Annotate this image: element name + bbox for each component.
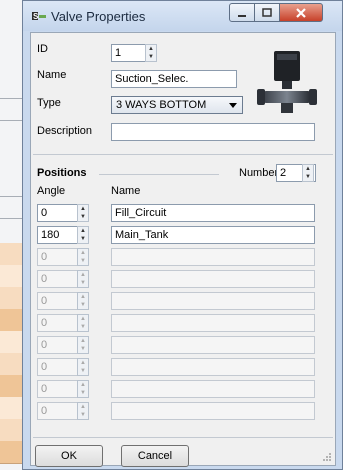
background-cell (0, 265, 22, 288)
spin-down-icon: ▼ (80, 324, 86, 330)
id-spinner[interactable]: ▲ ▼ (145, 44, 157, 62)
background-app (0, 0, 22, 470)
spin-down-icon: ▼ (80, 280, 86, 286)
valve-app-icon: S (32, 12, 46, 21)
angle-column-header: Angle (37, 185, 66, 197)
id-label: ID (37, 43, 48, 55)
dialog-body: ID 1 ▲ ▼ Name Suction_Selec. Type 3 WAYS … (30, 32, 336, 467)
position-name-field (111, 358, 315, 376)
spin-up-icon: ▲ (80, 294, 86, 300)
spin-up-icon: ▲ (80, 338, 86, 344)
close-icon (296, 7, 306, 18)
background-divider (0, 196, 22, 197)
background-grid (0, 243, 22, 470)
background-divider (0, 98, 22, 99)
spin-down-icon: ▼ (80, 214, 86, 220)
spin-up-icon[interactable]: ▲ (146, 45, 156, 53)
background-cell (0, 287, 22, 310)
svg-text:S: S (33, 12, 39, 21)
position-angle-spinner: ▲ ▼ (77, 402, 89, 420)
minimize-icon (238, 14, 246, 17)
position-angle-spinner: ▲ ▼ (77, 248, 89, 266)
position-name-field (111, 380, 315, 398)
spin-up-icon: ▲ (80, 206, 86, 212)
ok-button[interactable]: OK (35, 445, 103, 467)
background-cell (0, 441, 22, 464)
position-angle-spinner[interactable]: ▲ ▼ (77, 226, 89, 244)
maximize-button[interactable] (254, 3, 280, 22)
position-angle-spinner: ▲ ▼ (77, 380, 89, 398)
spin-up-icon: ▲ (80, 316, 86, 322)
spin-up-icon: ▲ (80, 272, 86, 278)
spin-up-icon: ▲ (80, 360, 86, 366)
spin-down-icon: ▼ (80, 236, 86, 242)
position-angle-spinner[interactable]: ▲ ▼ (77, 204, 89, 222)
spin-up-icon: ▲ (80, 404, 86, 410)
number-label: Number (239, 167, 279, 179)
type-label: Type (37, 97, 61, 109)
description-label: Description (37, 125, 93, 137)
background-cell (0, 353, 22, 376)
position-name-field (111, 314, 315, 332)
description-field[interactable] (111, 123, 315, 141)
close-button[interactable] (279, 3, 323, 22)
position-angle-spinner: ▲ ▼ (77, 336, 89, 354)
spin-down-icon[interactable]: ▼ (146, 53, 156, 61)
position-angle-spinner: ▲ ▼ (77, 314, 89, 332)
resize-grip-icon[interactable] (322, 452, 332, 462)
background-cell (0, 243, 22, 266)
position-angle-spinner: ▲ ▼ (77, 292, 89, 310)
position-name-field (111, 402, 315, 420)
spin-down-icon: ▼ (80, 368, 86, 374)
background-divider (0, 120, 22, 121)
position-name-field (111, 248, 315, 266)
name-field[interactable]: Suction_Selec. (111, 70, 237, 88)
position-name-field[interactable]: Fill_Circuit (111, 204, 315, 222)
background-divider (0, 218, 22, 219)
spin-up-icon: ▲ (80, 250, 86, 256)
spin-down-icon: ▼ (80, 258, 86, 264)
spin-down-icon: ▼ (80, 302, 86, 308)
spin-down-icon: ▼ (80, 346, 86, 352)
background-cell (0, 375, 22, 398)
dropdown-arrow-icon (229, 103, 237, 108)
cancel-button[interactable]: Cancel (121, 445, 189, 467)
valve-image-icon (257, 51, 317, 113)
type-select[interactable]: 3 WAYS BOTTOM (111, 96, 243, 114)
name-label: Name (37, 69, 67, 81)
positions-section-title: Positions (37, 167, 87, 179)
title-bar[interactable]: S Valve Properties (23, 1, 342, 31)
position-name-field (111, 292, 315, 310)
footer-divider (33, 437, 333, 438)
spin-down-icon: ▼ (80, 390, 86, 396)
background-cell (0, 397, 22, 420)
valve-properties-dialog: S Valve Properties ID 1 ▲ ▼ Name Suction_… (22, 0, 343, 470)
spin-up-icon[interactable]: ▲ (303, 165, 313, 173)
name-column-header: Name (111, 185, 141, 197)
spin-down-icon[interactable]: ▼ (303, 173, 313, 181)
position-angle-spinner: ▲ ▼ (77, 270, 89, 288)
position-name-field (111, 336, 315, 354)
number-spinner[interactable]: ▲ ▼ (302, 164, 314, 182)
position-angle-spinner: ▲ ▼ (77, 358, 89, 376)
maximize-icon (262, 7, 272, 17)
background-cell (0, 331, 22, 354)
spin-down-icon: ▼ (80, 412, 86, 418)
spin-up-icon: ▲ (80, 228, 86, 234)
window-title: Valve Properties (51, 9, 146, 24)
background-cell (0, 419, 22, 442)
minimize-button[interactable] (229, 3, 255, 22)
spin-up-icon: ▲ (80, 382, 86, 388)
background-cell (0, 309, 22, 332)
positions-header-line (99, 174, 219, 175)
position-name-field[interactable]: Main_Tank (111, 226, 315, 244)
type-select-value: 3 WAYS BOTTOM (116, 99, 207, 111)
position-name-field (111, 270, 315, 288)
section-divider (33, 154, 333, 155)
